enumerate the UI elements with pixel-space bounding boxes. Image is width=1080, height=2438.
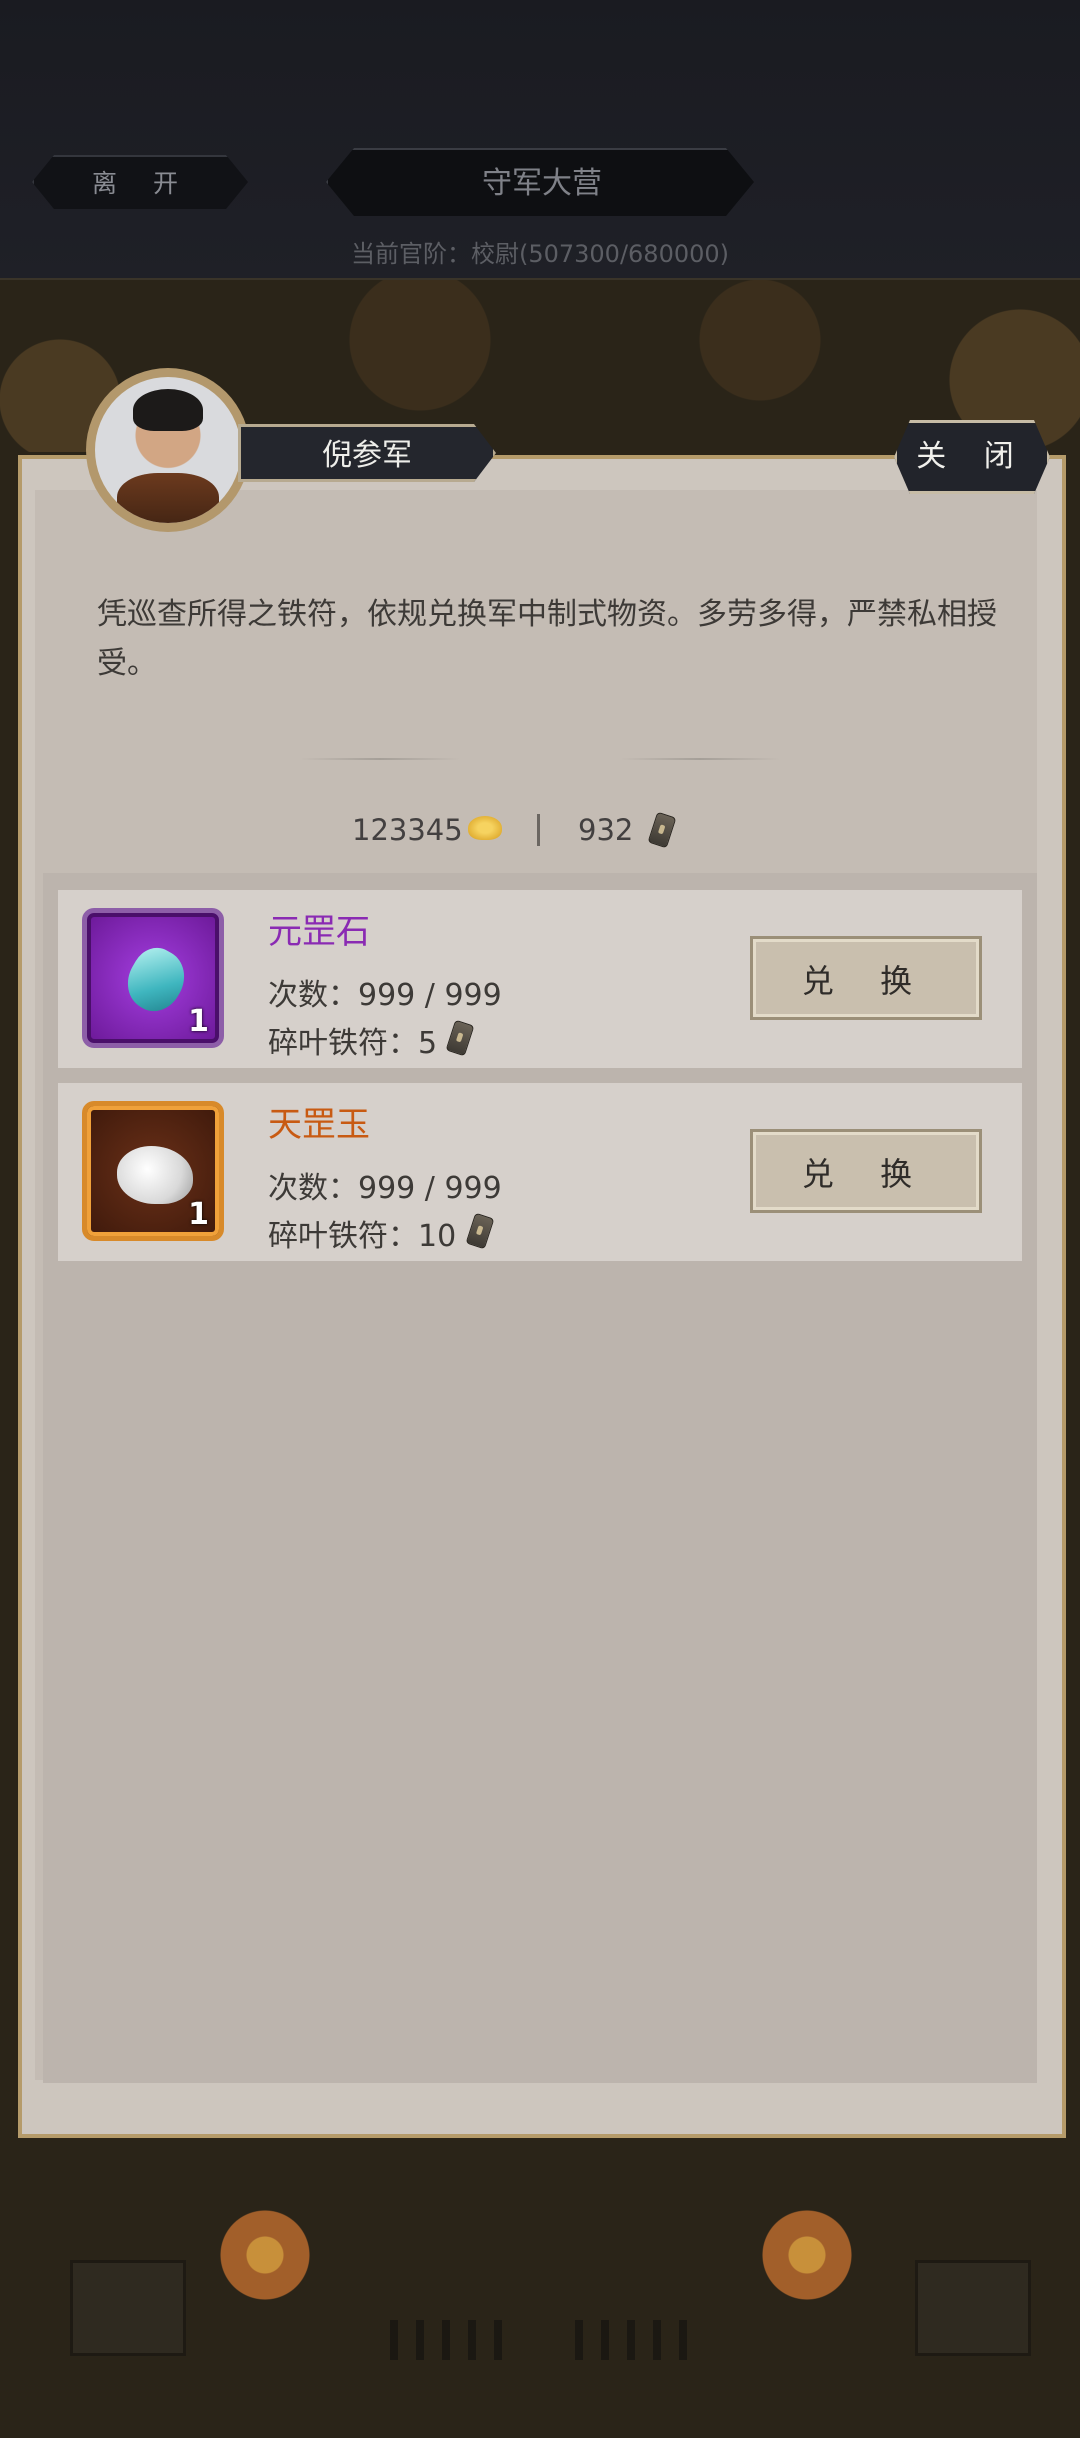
iron-token-icon xyxy=(465,1212,495,1250)
iron-token-icon xyxy=(647,811,677,849)
npc-name-plate: 倪参军 xyxy=(238,424,496,482)
exchange-count: 次数：999 / 999 xyxy=(268,978,502,1013)
iron-token-icon xyxy=(445,1019,475,1057)
ingot-amount: 123345 xyxy=(352,813,463,847)
avatar xyxy=(95,377,241,523)
divider-right xyxy=(620,758,780,760)
cost-text: 碎叶铁符：10 xyxy=(268,1219,457,1254)
fence-decoration xyxy=(390,2320,510,2360)
flower-decoration xyxy=(762,2210,852,2300)
blue-gem-icon xyxy=(117,939,195,1021)
cost-text: 碎叶铁符：5 xyxy=(268,1026,438,1061)
divider-left xyxy=(300,758,460,760)
item-icon-frame[interactable]: 1 xyxy=(82,908,224,1048)
gold-ingot-icon xyxy=(468,816,502,840)
item-quantity: 1 xyxy=(188,1197,209,1232)
leave-button[interactable]: 离 开 xyxy=(32,155,248,209)
crate-decoration xyxy=(70,2260,186,2356)
token-amount: 932 xyxy=(578,813,634,847)
exchange-cost: 碎叶铁符：10 xyxy=(268,1211,456,1255)
exchange-button[interactable]: 兑 换 xyxy=(750,1129,982,1213)
fence-decoration xyxy=(575,2320,695,2360)
flower-decoration xyxy=(220,2210,310,2300)
exchange-count: 次数：999 / 999 xyxy=(268,1171,502,1206)
exchange-button[interactable]: 兑 换 xyxy=(750,936,982,1020)
close-button[interactable]: 关 闭 xyxy=(894,420,1050,494)
item-name: 元罡石 xyxy=(268,912,370,952)
exchange-cost: 碎叶铁符：5 xyxy=(268,1018,437,1062)
rank-status: 当前官阶：校尉(507300/680000) xyxy=(350,240,730,268)
page-title: 守军大营 xyxy=(326,148,754,216)
white-jade-icon xyxy=(117,1146,193,1204)
list-item: 1 天罡玉 次数：999 / 999 碎叶铁符：10 兑 换 xyxy=(58,1083,1022,1261)
item-quantity: 1 xyxy=(188,1004,209,1039)
currency-separator xyxy=(537,814,540,846)
crate-decoration xyxy=(915,2260,1031,2356)
list-item: 1 元罡石 次数：999 / 999 碎叶铁符：5 兑 换 xyxy=(58,890,1022,1068)
currency-bar: 123345 932 xyxy=(0,810,1080,850)
npc-description: 凭巡查所得之铁符，依规兑换军中制式物资。多劳多得，严禁私相授受。 xyxy=(97,597,997,681)
item-name: 天罡玉 xyxy=(268,1105,370,1145)
item-icon-frame[interactable]: 1 xyxy=(82,1101,224,1241)
top-bar: 离 开 守军大营 当前官阶：校尉(507300/680000) xyxy=(0,0,1080,281)
